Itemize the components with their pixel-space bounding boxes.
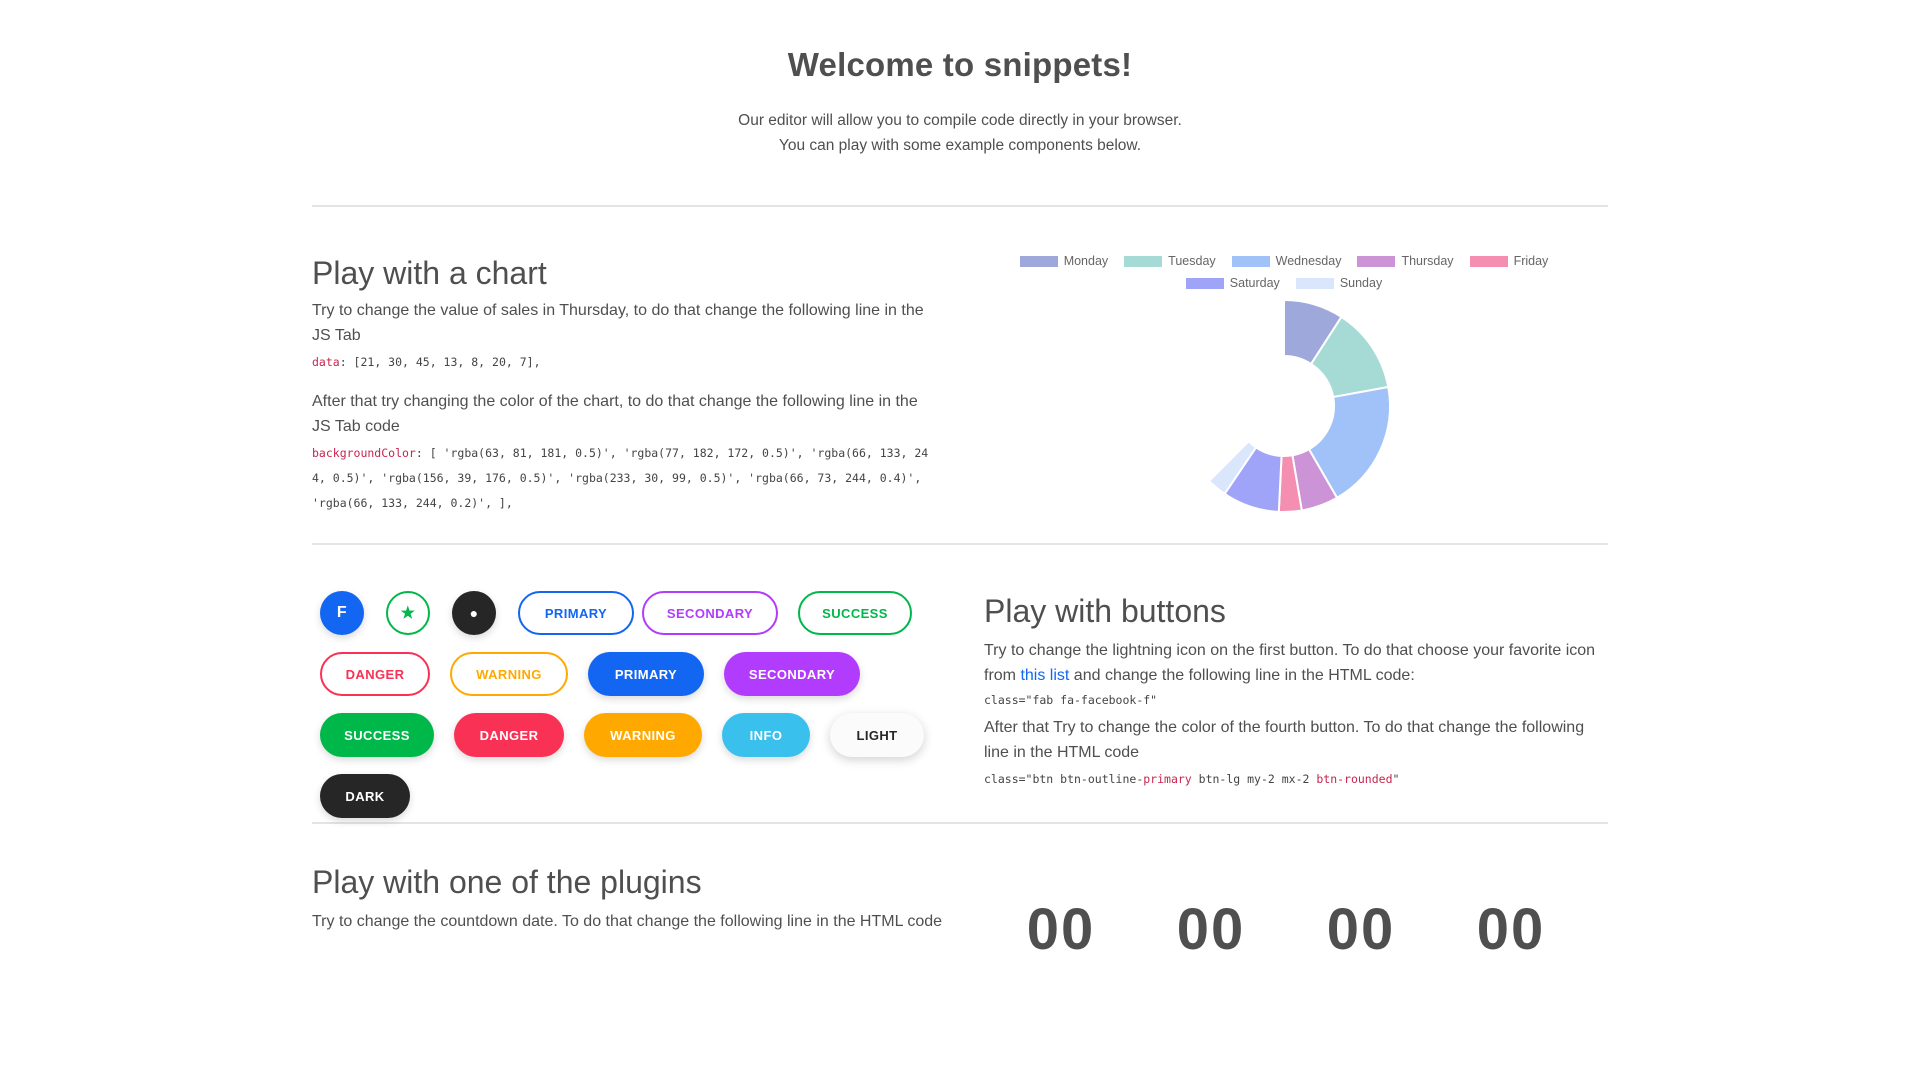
outline-success-button[interactable]: SUCCESS — [798, 591, 912, 635]
legend-label: Sunday — [1339, 276, 1383, 290]
facebook-button[interactable]: f — [320, 591, 364, 635]
welcome-description: Our editor will allow you to compile cod… — [312, 108, 1608, 158]
legend-swatch — [1185, 277, 1224, 289]
chart-text-column: Play with a chart Try to change the valu… — [312, 207, 960, 543]
legend-label: Wednesday — [1275, 254, 1342, 268]
legend-item[interactable]: Tuesday — [1124, 250, 1216, 272]
doughnut-chart — [1207, 298, 1391, 513]
legend-label: Monday — [1063, 254, 1109, 268]
chart-instructions-1: Try to change the value of sales in Thur… — [312, 302, 924, 344]
chart-code-colors: backgroundColor: [ 'rgba(63, 81, 181, 0.… — [312, 441, 936, 516]
primary-button[interactable]: PRIMARY — [588, 652, 704, 696]
plugins-instructions: Try to change the countdown date. To do … — [312, 913, 943, 930]
buttons-code-icon: class="fab fa-facebook-f" — [984, 693, 1158, 707]
legend-label: Saturday — [1229, 276, 1280, 290]
countdown-seconds: 00 — [1476, 897, 1546, 962]
countdown-minutes: 00 — [1326, 897, 1396, 962]
legend-label: Thursday — [1401, 254, 1454, 268]
chart-section-title: Play with a chart — [312, 255, 547, 291]
buttons-code-class: class="btn btn-outline-primary btn-lg my… — [984, 767, 1608, 792]
welcome-line-2: You can play with some example component… — [778, 137, 1142, 154]
legend-swatch — [1019, 255, 1058, 267]
legend-label: Tuesday — [1168, 254, 1216, 268]
outline-secondary-button[interactable]: SECONDARY — [642, 591, 778, 635]
star-icon: ★ — [400, 605, 416, 622]
countdown-hours: 00 — [1176, 897, 1246, 962]
buttons-instructions-1: Try to change the lightning icon on the … — [984, 638, 1608, 688]
page-title: Welcome to snippets! — [787, 46, 1133, 83]
legend-swatch — [1231, 255, 1270, 267]
legend-item[interactable]: Sunday — [1295, 272, 1383, 294]
page-container: Welcome to snippets! Our editor will all… — [312, 0, 1608, 962]
star-button[interactable]: ★ — [386, 591, 430, 635]
legend-label: Friday — [1513, 254, 1549, 268]
legend-swatch — [1357, 255, 1396, 267]
buttons-section: f ★ ● PRIMARY SECONDARY SUCCESS DANGER W… — [312, 545, 1608, 822]
warning-button[interactable]: WARNING — [584, 713, 702, 757]
plugins-section: Play with one of the plugins Try to chan… — [312, 824, 1608, 962]
secondary-button[interactable]: SECONDARY — [724, 652, 860, 696]
buttons-text-column: Play with buttons Try to change the ligh… — [960, 545, 1608, 822]
facebook-icon: f — [336, 604, 348, 621]
buttons-column: f ★ ● PRIMARY SECONDARY SUCCESS DANGER W… — [312, 545, 960, 822]
outline-danger-button[interactable]: DANGER — [320, 652, 430, 696]
welcome-section: Welcome to snippets! Our editor will all… — [312, 0, 1608, 158]
buttons-section-title: Play with buttons — [984, 593, 1226, 629]
code-text: btn-lg my-2 mx-2 — [1191, 772, 1317, 786]
legend-swatch — [1469, 255, 1508, 267]
plugins-text-column: Play with one of the plugins Try to chan… — [312, 824, 960, 934]
buttons-instructions-2: After that Try to change the color of th… — [984, 719, 1585, 761]
button-group: f ★ ● PRIMARY SECONDARY SUCCESS DANGER W… — [312, 591, 940, 835]
legend-item[interactable]: Wednesday — [1231, 250, 1342, 272]
outline-primary-button[interactable]: PRIMARY — [518, 591, 634, 635]
danger-button[interactable]: DANGER — [454, 713, 564, 757]
code-text: " — [1392, 772, 1400, 786]
code-keyword: backgroundColor — [312, 446, 416, 460]
code-values: : [21, 30, 45, 13, 8, 20, 7], — [339, 355, 541, 369]
countdown-timer: 00 00 00 00 — [986, 896, 1586, 963]
legend-item[interactable]: Friday — [1469, 250, 1549, 272]
success-button[interactable]: SUCCESS — [320, 713, 434, 757]
plugins-section-title: Play with one of the plugins — [312, 864, 702, 900]
chart-instructions-2: After that try changing the color of the… — [312, 393, 918, 435]
apple-button[interactable]: ● — [452, 591, 496, 635]
light-button[interactable]: LIGHT — [830, 713, 924, 757]
code-keyword: data — [312, 355, 340, 369]
legend-item[interactable]: Monday — [1019, 250, 1109, 272]
countdown-days: 00 — [1026, 897, 1096, 962]
code-highlight: primary — [1143, 772, 1192, 786]
code-highlight: btn-rounded — [1316, 772, 1393, 786]
icon-list-link[interactable]: this list — [1020, 667, 1069, 684]
legend-item[interactable]: Saturday — [1185, 272, 1280, 294]
code-text: class="btn btn-outline- — [984, 772, 1144, 786]
chart-legend: Monday Tuesday Wednesday Thursday Friday Satu… — [1004, 250, 1564, 294]
outline-warning-button[interactable]: WARNING — [450, 652, 568, 696]
welcome-line-1: Our editor will allow you to compile cod… — [738, 112, 1182, 129]
legend-swatch — [1295, 277, 1334, 289]
chart-section: Play with a chart Try to change the valu… — [312, 207, 1608, 543]
instructions-text: and change the following line in the HTM… — [1069, 667, 1415, 684]
apple-icon: ● — [469, 605, 479, 621]
chart-column: Monday Tuesday Wednesday Thursday Friday Satu… — [960, 207, 1608, 543]
legend-item[interactable]: Thursday — [1357, 250, 1454, 272]
chart-code-data: data: [21, 30, 45, 13, 8, 20, 7], — [312, 350, 936, 375]
legend-swatch — [1124, 255, 1163, 267]
dark-button[interactable]: DARK — [320, 774, 410, 818]
info-button[interactable]: INFO — [722, 713, 810, 757]
